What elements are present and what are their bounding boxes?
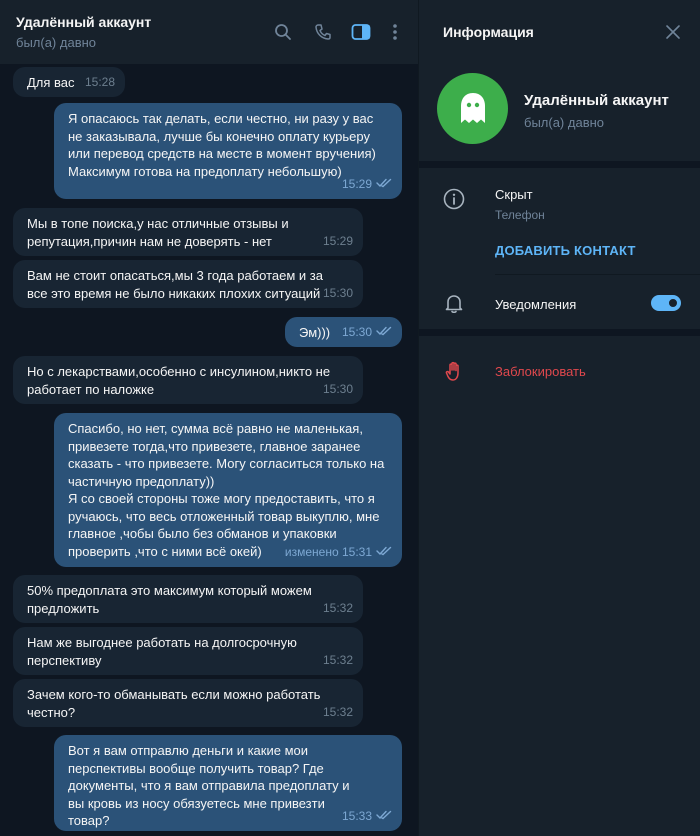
message-bubble[interactable]: Спасибо, но нет, сумма всё равно не мале… xyxy=(54,413,402,567)
close-icon[interactable] xyxy=(663,22,683,42)
add-contact-button[interactable]: ДОБАВИТЬ КОНТАКТ xyxy=(495,243,636,258)
row-divider xyxy=(495,274,700,275)
notifications-label: Уведомления xyxy=(495,297,577,312)
bell-icon xyxy=(443,292,465,314)
message-meta: 15:30 xyxy=(323,381,353,399)
double-check-icon xyxy=(376,808,392,826)
message-meta: 15:28 xyxy=(85,74,115,92)
message-bubble[interactable]: Нам же выгоднее работать на долгосрочную… xyxy=(13,627,363,675)
chat-header: Удалённый аккаунт был(а) давно xyxy=(0,0,418,64)
toggle-knob xyxy=(667,297,679,309)
message-meta: 15:33 xyxy=(342,808,392,826)
chat-status: был(а) давно xyxy=(16,35,97,50)
message-time: 15:32 xyxy=(322,704,353,719)
message-text: Вам не стоит опасаться,мы 3 года работае… xyxy=(27,268,327,301)
info-title: Информация xyxy=(443,24,534,40)
message-time: 15:30 xyxy=(341,324,372,339)
message-bubble[interactable]: Вам не стоит опасаться,мы 3 года работае… xyxy=(13,260,363,308)
message-bubble[interactable]: 50% предоплата это максимум который може… xyxy=(13,575,363,623)
info-icon xyxy=(443,188,465,210)
profile-name: Удалённый аккаунт xyxy=(524,92,669,109)
message-meta: 15:30 xyxy=(342,324,392,342)
message-time: 15:29 xyxy=(341,176,372,191)
message-text: Спасибо, но нет, сумма всё равно не мале… xyxy=(68,421,385,559)
double-check-icon xyxy=(376,544,392,562)
phone-label: Телефон xyxy=(495,208,545,222)
message-text: Вот я вам отправлю деньги и какие мои пе… xyxy=(68,743,354,828)
message-bubble[interactable]: Зачем кого-то обманывать если можно рабо… xyxy=(13,679,363,727)
ghost-icon xyxy=(460,92,485,123)
chat-pane: Удалённый аккаунт был(а) давно Для вас 1… xyxy=(0,0,418,836)
phone-value[interactable]: Скрыт xyxy=(495,187,533,202)
message-time: 15:32 xyxy=(322,600,353,615)
message-meta: 15:32 xyxy=(323,652,353,670)
message-text: Я опасаюсь так делать, если честно, ни р… xyxy=(68,111,380,179)
message-meta: 15:32 xyxy=(323,704,353,722)
message-meta: изменено 15:31 xyxy=(285,544,392,562)
message-time: 15:30 xyxy=(322,285,353,300)
profile-status: был(а) давно xyxy=(524,115,605,130)
section-divider xyxy=(419,161,700,168)
message-time: 15:33 xyxy=(341,808,372,823)
message-time: изменено 15:31 xyxy=(284,544,372,559)
message-bubble[interactable]: Вот я вам отправлю деньги и какие мои пе… xyxy=(54,735,402,831)
message-text: Зачем кого-то обманывать если можно рабо… xyxy=(27,687,325,720)
message-text: Но с лекарствами,особенно с инсулином,ни… xyxy=(27,364,334,397)
info-panel: Информация Удалённый аккаунт был(а) давн… xyxy=(418,0,700,836)
block-button[interactable]: Заблокировать xyxy=(495,364,586,379)
message-time: 15:32 xyxy=(322,652,353,667)
notifications-toggle[interactable] xyxy=(651,295,681,311)
message-time: 15:30 xyxy=(322,381,353,396)
message-bubble[interactable]: Я опасаюсь так делать, если честно, ни р… xyxy=(54,103,402,199)
telegram-window: Удалённый аккаунт был(а) давно Для вас 1… xyxy=(0,0,700,836)
avatar[interactable] xyxy=(437,73,508,144)
message-text: 50% предоплата это максимум который може… xyxy=(27,583,316,616)
section-divider xyxy=(419,329,700,336)
double-check-icon xyxy=(376,176,392,194)
message-meta: 15:29 xyxy=(323,233,353,251)
message-bubble[interactable]: Для вас 15:28 xyxy=(13,67,125,97)
message-time: 15:29 xyxy=(322,233,353,248)
message-bubble[interactable]: Но с лекарствами,особенно с инсулином,ни… xyxy=(13,356,363,404)
phone-icon[interactable] xyxy=(311,20,335,44)
message-bubble[interactable]: Мы в топе поиска,у нас отличные отзывы и… xyxy=(13,208,363,256)
sidebar-toggle-icon[interactable] xyxy=(349,20,373,44)
message-time: 15:28 xyxy=(84,74,115,89)
message-text: Мы в топе поиска,у нас отличные отзывы и… xyxy=(27,216,293,249)
message-bubble[interactable]: Эм))) 15:30 xyxy=(285,317,402,347)
double-check-icon xyxy=(376,324,392,342)
message-text: Нам же выгоднее работать на долгосрочную… xyxy=(27,635,301,668)
chat-title[interactable]: Удалённый аккаунт xyxy=(16,14,151,30)
message-meta: 15:32 xyxy=(323,600,353,618)
message-meta: 15:29 xyxy=(342,176,392,194)
more-vertical-icon[interactable] xyxy=(383,20,407,44)
message-meta: 15:30 xyxy=(323,285,353,303)
search-icon[interactable] xyxy=(271,20,295,44)
hand-icon xyxy=(443,360,465,382)
